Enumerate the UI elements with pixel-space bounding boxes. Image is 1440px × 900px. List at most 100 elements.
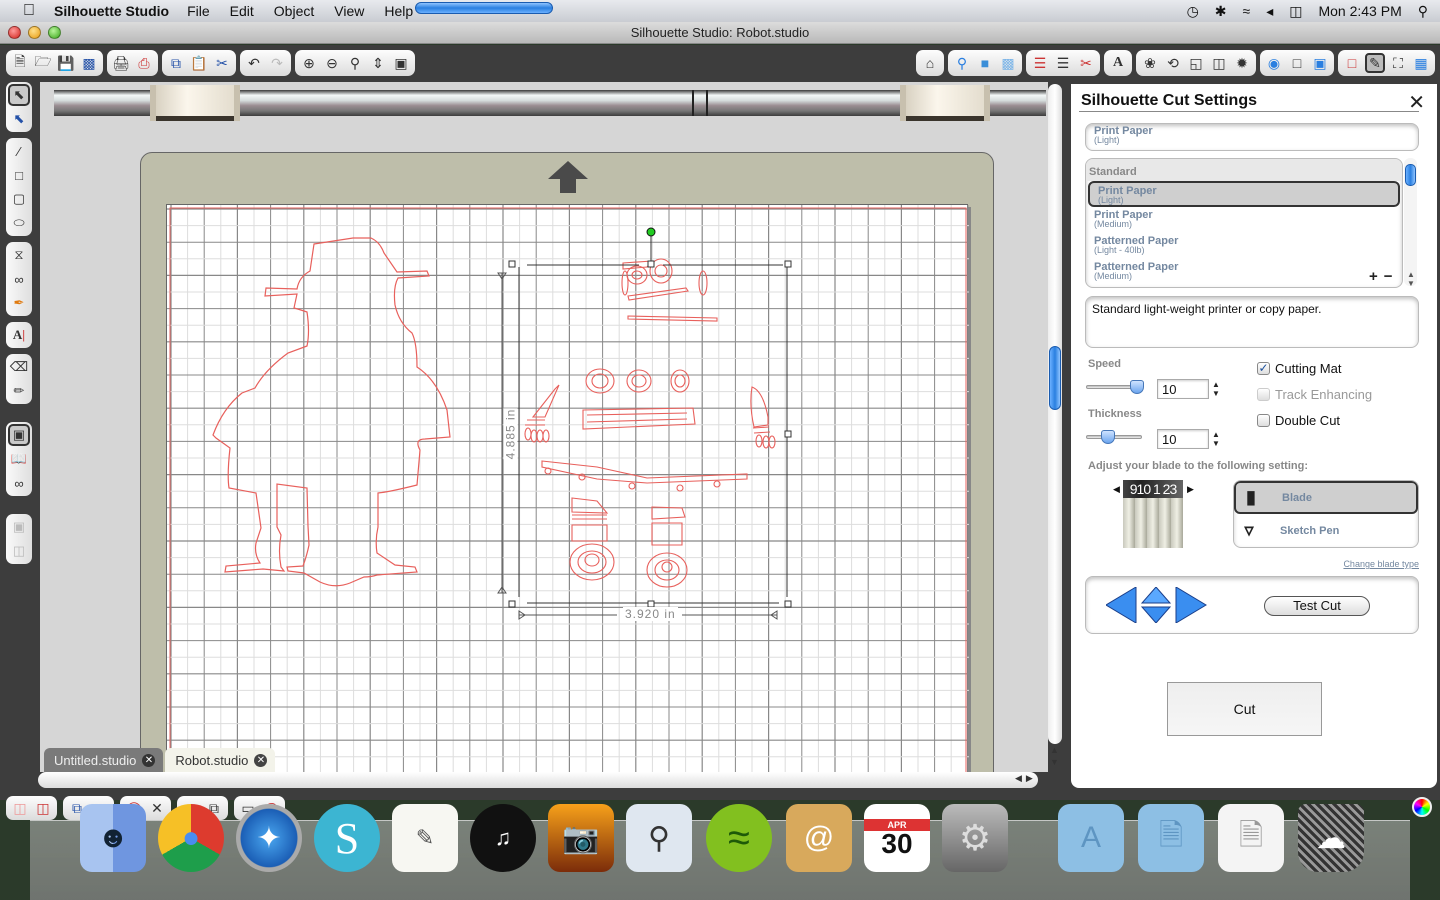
- color-picker-icon[interactable]: [1412, 797, 1432, 817]
- material-list-scroll-arrows[interactable]: ▲ ▼: [1407, 270, 1415, 288]
- knife-tool-icon[interactable]: ✏: [8, 380, 30, 402]
- fit-to-page-icon[interactable]: ▣: [391, 53, 411, 73]
- thickness-input[interactable]: 10: [1157, 429, 1209, 449]
- zoom-out-icon[interactable]: ⊖: [322, 53, 342, 73]
- fullscreen-icon[interactable]: ⛶: [1388, 53, 1408, 73]
- menu-view[interactable]: View: [334, 3, 364, 19]
- tool-type-sketch-pen[interactable]: ▿ Sketch Pen: [1234, 514, 1418, 547]
- select-arrow-icon[interactable]: ⬉: [8, 84, 30, 106]
- page-border-icon[interactable]: □: [1342, 53, 1362, 73]
- close-tab-icon[interactable]: ✕: [142, 753, 156, 767]
- tab-robot[interactable]: Robot.studio ✕: [165, 748, 276, 772]
- line-style-icon[interactable]: ☰: [1053, 53, 1073, 73]
- dock-address-book-icon[interactable]: @: [786, 804, 852, 872]
- menu-file[interactable]: File: [187, 3, 210, 19]
- robot-shape[interactable]: [524, 258, 776, 588]
- dock-chrome-icon[interactable]: ●: [158, 804, 224, 872]
- line-tool-icon[interactable]: ∕: [8, 140, 30, 162]
- silhouette-man-shape[interactable]: [212, 237, 451, 587]
- trace-icon[interactable]: ◉: [1264, 53, 1284, 73]
- rectangle-tool-icon[interactable]: □: [8, 164, 30, 186]
- line-color-icon[interactable]: ☰: [1030, 53, 1050, 73]
- page-setup-icon[interactable]: □: [1287, 53, 1307, 73]
- time-machine-icon[interactable]: ◷: [1187, 3, 1199, 20]
- eraser-icon[interactable]: ⌫: [8, 356, 30, 378]
- rounded-rectangle-tool-icon[interactable]: ▢: [8, 188, 30, 210]
- rotate-icon[interactable]: ⟲: [1163, 53, 1183, 73]
- dock-ical-icon[interactable]: APR 30: [864, 804, 930, 872]
- cutting-mat-checkbox[interactable]: ✓ Cutting Mat: [1257, 361, 1341, 376]
- split-pane-icon[interactable]: ◫: [8, 540, 30, 562]
- undo-icon[interactable]: ↶: [244, 53, 264, 73]
- redo-icon[interactable]: ↷: [267, 53, 287, 73]
- blade-increase-arrow[interactable]: ▶: [1187, 484, 1194, 495]
- horizontal-scroll-thumb[interactable]: [415, 2, 553, 14]
- app-menu[interactable]: Silhouette Studio: [54, 3, 169, 19]
- speed-input[interactable]: 10: [1157, 379, 1209, 399]
- cut-settings-panel-icon[interactable]: ▣: [8, 424, 30, 446]
- thickness-slider-knob[interactable]: [1100, 430, 1115, 444]
- apple-menu-icon[interactable]: : [18, 2, 40, 20]
- bluetooth-icon[interactable]: ✱: [1215, 3, 1227, 20]
- save-to-library-icon[interactable]: ▩: [79, 53, 99, 73]
- track-enhancing-checkbox[interactable]: Track Enhancing: [1257, 387, 1372, 402]
- dock-applications-folder-icon[interactable]: A: [1058, 804, 1124, 872]
- dock-iphoto-icon[interactable]: 📷: [548, 804, 614, 872]
- material-item[interactable]: Patterned Paper (Medium): [1086, 259, 1402, 285]
- dock-preview-icon[interactable]: ⚲: [626, 804, 692, 872]
- horizontal-scrollbar[interactable]: [38, 772, 1038, 788]
- material-item[interactable]: Patterned Paper (Light - 40lb): [1086, 233, 1402, 259]
- dock-spotify-icon[interactable]: ≈: [706, 804, 772, 872]
- speed-stepper[interactable]: ▲ ▼: [1212, 380, 1220, 398]
- material-list[interactable]: Standard Print Paper (Light) Print Paper…: [1085, 158, 1403, 288]
- save-icon[interactable]: 💾: [56, 53, 76, 73]
- print-icon[interactable]: 🖨: [111, 53, 131, 73]
- curve-tool-icon[interactable]: ∞: [8, 268, 30, 290]
- dock-safari-icon[interactable]: ✦: [236, 804, 302, 872]
- copy-icon[interactable]: ⧉: [166, 53, 186, 73]
- rotate-handle[interactable]: [646, 227, 656, 237]
- dock-downloads-stack-icon[interactable]: 🗎: [1218, 804, 1284, 872]
- text-tool-icon[interactable]: A |: [8, 324, 30, 346]
- move-right-arrow-icon[interactable]: [1175, 587, 1207, 623]
- grid-icon[interactable]: ▦: [1411, 53, 1431, 73]
- ellipse-tool-icon[interactable]: ⬭: [8, 212, 30, 234]
- zoom-window-button[interactable]: [48, 26, 61, 39]
- test-cut-button[interactable]: Test Cut: [1264, 596, 1370, 616]
- double-cut-checkbox[interactable]: Double Cut: [1257, 413, 1340, 428]
- dock-documents-folder-icon[interactable]: 🗎: [1138, 804, 1204, 872]
- close-window-button[interactable]: [8, 26, 21, 39]
- dock-dashboard-icon[interactable]: ♫: [470, 804, 536, 872]
- volume-icon[interactable]: ◂: [1266, 3, 1273, 20]
- library-book-icon[interactable]: 📖: [8, 448, 30, 470]
- vertical-scroll-arrows[interactable]: ▲ ▼: [1050, 744, 1059, 768]
- minimize-window-button[interactable]: [28, 26, 41, 39]
- fill-pattern-icon[interactable]: ▩: [998, 53, 1018, 73]
- menu-edit[interactable]: Edit: [230, 3, 254, 19]
- design-canvas[interactable]: 4.885 in 3.920 in: [40, 82, 1048, 772]
- speed-slider-knob[interactable]: [1130, 380, 1144, 394]
- library-house-icon[interactable]: ⌂: [920, 53, 940, 73]
- polygon-tool-icon[interactable]: ⧖: [8, 244, 30, 266]
- change-blade-type-link[interactable]: Change blade type: [1343, 559, 1419, 569]
- blade-decrease-arrow[interactable]: ◀: [1113, 484, 1120, 495]
- replicate-icon[interactable]: ❀: [1140, 53, 1160, 73]
- spotlight-icon[interactable]: ⚲: [1418, 3, 1428, 20]
- text-style-icon[interactable]: A: [1108, 53, 1128, 73]
- zoom-select-icon[interactable]: ⚲: [345, 53, 365, 73]
- group-icon[interactable]: ◫: [10, 798, 30, 818]
- horizontal-scroll-arrows[interactable]: ◀▶: [1015, 773, 1037, 784]
- tool-type-blade[interactable]: ▮ Blade: [1234, 481, 1418, 514]
- pan-icon[interactable]: ⇕: [368, 53, 388, 73]
- material-list-scroll-thumb[interactable]: [1405, 164, 1416, 186]
- move-left-arrow-icon[interactable]: [1106, 587, 1137, 623]
- dock-textedit-icon[interactable]: ✎: [392, 804, 458, 872]
- paste-icon[interactable]: 📋: [189, 53, 209, 73]
- fill-color-icon[interactable]: ⚲: [952, 53, 972, 73]
- cut-button[interactable]: Cut: [1167, 682, 1322, 736]
- close-tab-icon[interactable]: ✕: [254, 753, 268, 767]
- vertical-scrollbar[interactable]: [1048, 84, 1062, 744]
- dock-trash-icon[interactable]: ☁: [1298, 804, 1364, 872]
- wifi-icon[interactable]: ≈: [1243, 3, 1251, 19]
- delete-icon[interactable]: ✕: [147, 798, 167, 818]
